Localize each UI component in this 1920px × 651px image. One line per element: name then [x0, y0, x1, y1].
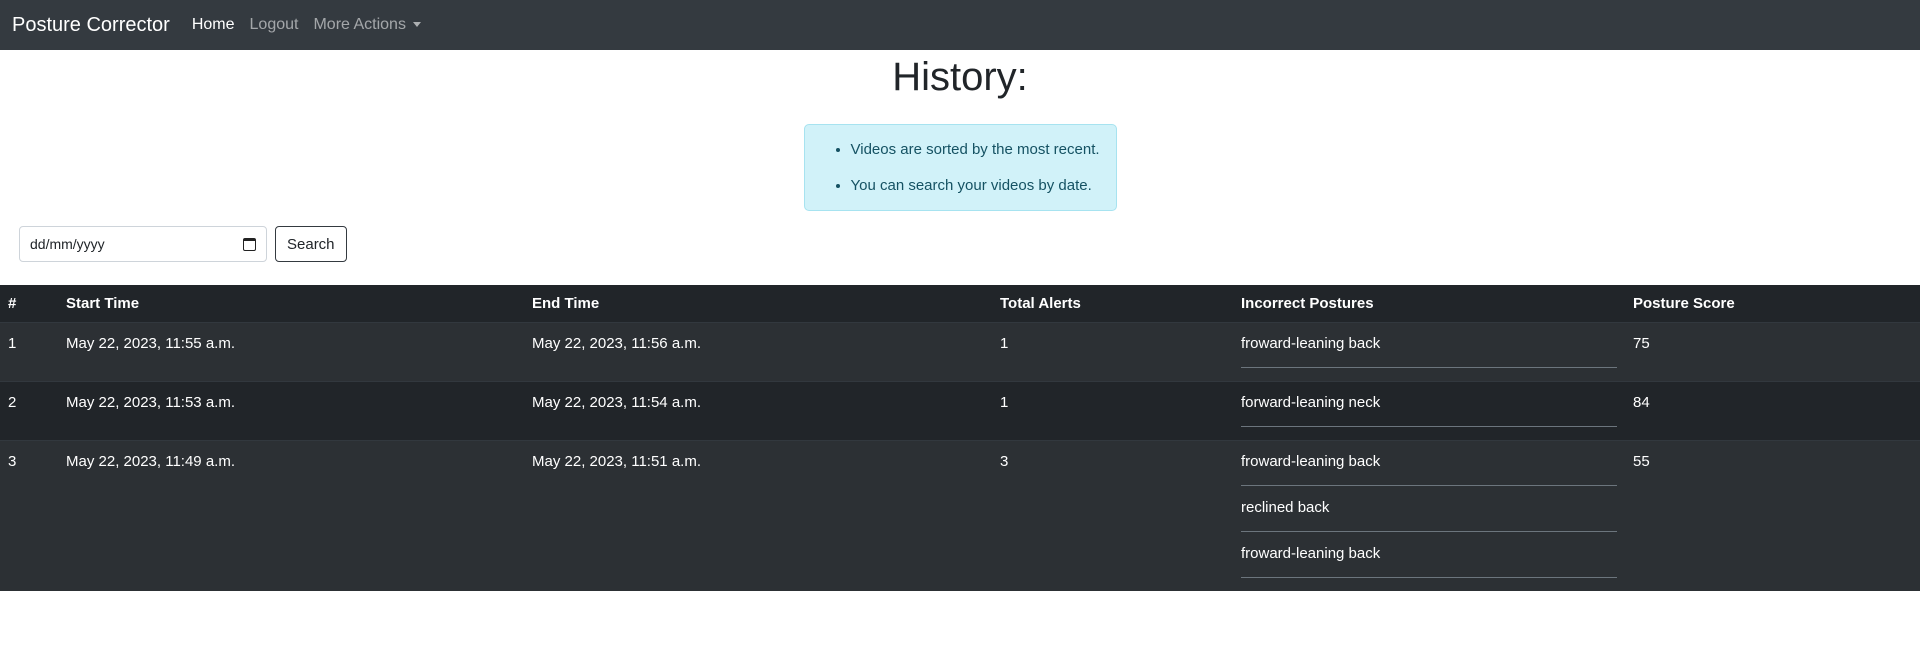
cell-start-time: May 22, 2023, 11:49 a.m.: [66, 452, 235, 470]
chevron-down-icon: [412, 22, 421, 28]
cell-incorrect-postures: froward-leaning back reclined back frowa…: [1233, 440, 1625, 591]
more-actions-label: More Actions: [313, 16, 406, 33]
cell-num: 3: [8, 452, 17, 470]
cell-posture-score: 84: [1633, 393, 1650, 411]
cell-end-time: May 22, 2023, 11:56 a.m.: [532, 334, 701, 352]
posture-item: forward-leaning neck: [1241, 394, 1617, 427]
table-row: 3 May 22, 2023, 11:49 a.m. May 22, 2023,…: [0, 440, 1920, 591]
date-input[interactable]: dd/mm/yyyy: [19, 226, 267, 262]
info-item: Videos are sorted by the most recent.: [851, 141, 1106, 158]
cell-incorrect-postures: froward-leaning back: [1233, 322, 1625, 381]
search-button[interactable]: Search: [275, 226, 347, 262]
table-row: 2 May 22, 2023, 11:53 a.m. May 22, 2023,…: [0, 381, 1920, 440]
header-posture-score: Posture Score: [1633, 294, 1735, 312]
cell-total-alerts: 3: [1000, 452, 1009, 470]
info-alert: Videos are sorted by the most recent. Yo…: [803, 124, 1117, 211]
header-end-time: End Time: [532, 294, 600, 312]
brand-link[interactable]: Posture Corrector: [12, 14, 170, 37]
info-list: Videos are sorted by the most recent. Yo…: [851, 141, 1106, 194]
cell-incorrect-postures: forward-leaning neck: [1233, 381, 1625, 440]
posture-item: froward-leaning back: [1241, 453, 1617, 486]
navbar: Posture Corrector Home Logout More Actio…: [0, 0, 1920, 50]
table-header-row: # Start Time End Time Total Alerts Incor…: [0, 285, 1920, 322]
cell-start-time: May 22, 2023, 11:55 a.m.: [66, 334, 235, 352]
cell-end-time: May 22, 2023, 11:51 a.m.: [532, 452, 701, 470]
info-item: You can search your videos by date.: [851, 177, 1106, 194]
header-total-alerts: Total Alerts: [1000, 294, 1081, 312]
header-start-time: Start Time: [66, 294, 140, 312]
cell-posture-score: 75: [1633, 334, 1650, 352]
page-title: History:: [892, 55, 1028, 99]
nav-logout-link[interactable]: Logout: [250, 16, 299, 34]
cell-num: 2: [8, 393, 17, 411]
table-row: 1 May 22, 2023, 11:55 a.m. May 22, 2023,…: [0, 322, 1920, 381]
date-placeholder: dd/mm/yyyy: [30, 236, 105, 252]
posture-item: reclined back: [1241, 499, 1617, 532]
cell-num: 1: [8, 334, 17, 352]
header-num: #: [8, 294, 17, 312]
header-incorrect-postures: Incorrect Postures: [1241, 294, 1374, 312]
cell-end-time: May 22, 2023, 11:54 a.m.: [532, 393, 701, 411]
cell-start-time: May 22, 2023, 11:53 a.m.: [66, 393, 235, 411]
cell-total-alerts: 1: [1000, 334, 1009, 352]
history-table: # Start Time End Time Total Alerts Incor…: [0, 285, 1920, 591]
search-form: dd/mm/yyyy Search: [19, 226, 1920, 262]
calendar-icon[interactable]: [243, 237, 256, 251]
posture-item: froward-leaning back: [1241, 335, 1617, 368]
nav-home-link[interactable]: Home: [192, 16, 235, 34]
cell-total-alerts: 1: [1000, 393, 1009, 411]
cell-posture-score: 55: [1633, 452, 1650, 470]
posture-item: froward-leaning back: [1241, 545, 1617, 578]
nav-more-actions-dropdown[interactable]: More Actions: [313, 16, 421, 34]
